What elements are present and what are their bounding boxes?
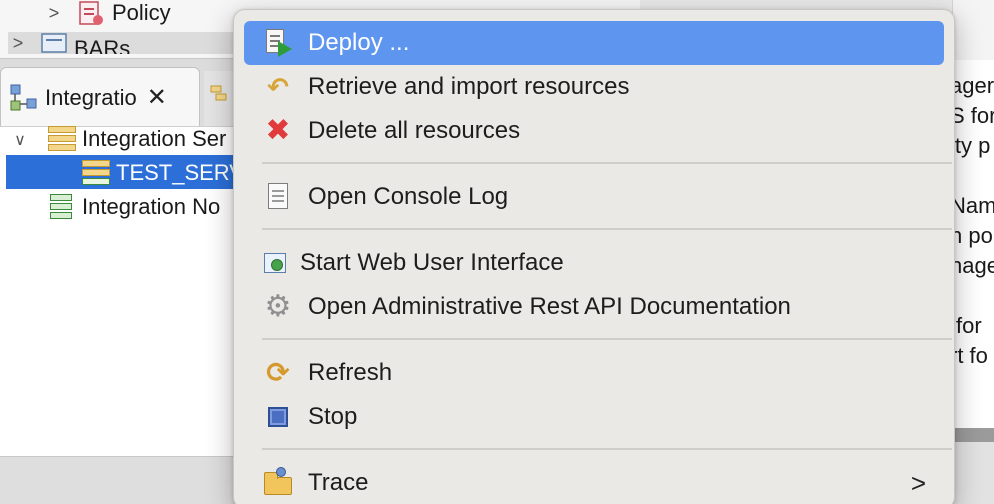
menu-item-retrieve-import[interactable]: ↶ Retrieve and import resources (244, 65, 944, 109)
chevron-right-icon[interactable] (8, 33, 28, 54)
integration-server-icon (46, 126, 78, 152)
menu-item-label: Retrieve and import resources (308, 73, 630, 100)
context-menu: Deploy ... ↶ Retrieve and import resourc… (233, 9, 955, 504)
chevron-right-icon[interactable] (44, 3, 64, 24)
right-panel-text: Nam (950, 193, 994, 218)
horizontal-scrollbar[interactable] (950, 428, 994, 442)
web-ui-icon (262, 247, 294, 279)
retrieve-icon: ↶ (267, 72, 289, 102)
menu-item-label: Delete all resources (308, 117, 521, 144)
menu-item-label: Open Administrative Rest API Documentati… (308, 293, 791, 320)
deploy-icon (262, 27, 294, 59)
running-server-icon (80, 160, 112, 186)
tree-item-label: BARs (74, 36, 131, 54)
right-panel-text: for (956, 313, 982, 338)
tab-integration-explorer[interactable]: Integratio ✕ (0, 67, 200, 127)
gear-icon: ⚙ (264, 290, 292, 323)
menu-item-start-web-ui[interactable]: Start Web User Interface (244, 241, 944, 285)
tree-item-label: Integration No (82, 194, 221, 219)
delete-icon: ✖ (265, 114, 291, 147)
chevron-right-icon: > (910, 467, 926, 498)
menu-separator (262, 228, 952, 230)
integration-explorer-icon (9, 83, 39, 113)
menu-item-label: Deploy ... (308, 29, 410, 56)
menu-separator (262, 338, 952, 340)
policy-icon (76, 0, 108, 26)
tree-item-test-server[interactable]: TEST_SERV (80, 158, 244, 188)
tree-item-policy[interactable]: Policy (44, 0, 171, 26)
menu-item-delete-all[interactable]: ✖ Delete all resources (244, 109, 944, 153)
view-tab-bar: Integratio ✕ (0, 58, 240, 127)
menu-item-label: Trace (308, 469, 369, 496)
menu-item-label: Start Web User Interface (300, 249, 564, 276)
tab-label: Integratio (45, 84, 137, 110)
menu-item-open-console-log[interactable]: Open Console Log (244, 175, 944, 219)
menu-item-label: Open Console Log (308, 183, 509, 210)
refresh-icon: ⟳ (266, 357, 290, 388)
right-panel-text: rt fo (950, 343, 988, 368)
menu-item-trace[interactable]: Trace > (244, 461, 944, 504)
status-bar (0, 456, 240, 504)
menu-item-stop[interactable]: Stop (244, 395, 944, 439)
menu-item-label: Stop (308, 403, 358, 430)
trace-folder-icon (262, 467, 294, 499)
right-panel-text: S for (950, 103, 994, 128)
menu-separator (262, 448, 952, 450)
integration-node-icon (46, 194, 78, 220)
chevron-down-icon[interactable] (10, 129, 30, 150)
right-panel-text: ager (950, 73, 994, 98)
right-panel-text: ity p (950, 133, 991, 158)
menu-item-refresh[interactable]: ⟳ Refresh (244, 351, 944, 395)
menu-separator (262, 162, 952, 164)
tree-item-bars[interactable]: BARs (8, 32, 240, 54)
right-panel-header (952, 0, 994, 60)
tree-item-label: TEST_SERV (116, 160, 244, 185)
right-panel-footer (950, 442, 994, 504)
menu-item-deploy[interactable]: Deploy ... (244, 21, 944, 65)
menu-item-label: Refresh (308, 359, 393, 386)
tree-item-label: Policy (112, 0, 171, 25)
menu-item-open-rest-api-docs[interactable]: ⚙ Open Administrative Rest API Documenta… (244, 285, 944, 329)
tab-secondary[interactable] (204, 71, 234, 127)
bars-folder-icon (38, 32, 70, 54)
right-panel-text: nage (950, 253, 994, 278)
stop-icon (262, 401, 294, 433)
console-log-icon (262, 181, 294, 213)
tree-item-integration-node[interactable]: Integration No (46, 192, 220, 222)
right-panel-text: n po (950, 223, 993, 248)
secondary-view-icon (210, 83, 230, 108)
tree-item-integration-server[interactable]: Integration Ser (10, 124, 226, 154)
tree-item-label: Integration Ser (82, 126, 227, 151)
close-icon[interactable]: ✕ (147, 83, 167, 112)
